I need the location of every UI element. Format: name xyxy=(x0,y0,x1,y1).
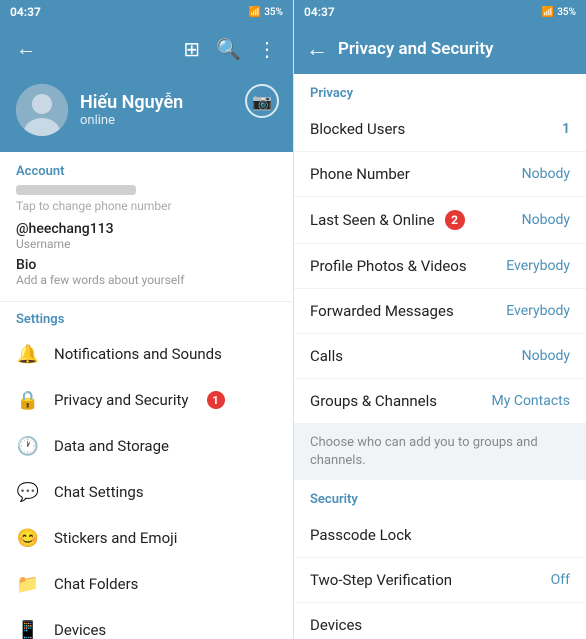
passcode-item[interactable]: Passcode Lock xyxy=(294,513,586,558)
emoji-icon: 😊 xyxy=(16,526,40,550)
last-seen-value: Nobody xyxy=(522,212,570,228)
lock-icon: 🔒 xyxy=(16,388,40,412)
groups-value: My Contacts xyxy=(492,393,570,409)
twostep-value: Off xyxy=(551,572,570,588)
back-button-main[interactable]: ← xyxy=(12,36,40,63)
clock-icon: 🕐 xyxy=(16,434,40,458)
phone-blur xyxy=(16,185,136,195)
avatar[interactable] xyxy=(16,84,68,136)
top-bar-right: ← Privacy and Security xyxy=(294,24,586,74)
search-icon[interactable]: 🔍 xyxy=(212,35,245,64)
right-panel: 04:37 📶 35% ← Privacy and Security Priva… xyxy=(293,0,586,639)
username-value[interactable]: @heechang113 xyxy=(16,221,277,237)
blocked-users-value: 1 xyxy=(562,121,570,137)
more-icon[interactable]: ⋮ xyxy=(253,35,281,64)
menu-item-devices[interactable]: 📱 Devices xyxy=(0,607,293,639)
twostep-item[interactable]: Two-Step Verification Off xyxy=(294,558,586,603)
last-seen-label: Last Seen & Online xyxy=(310,211,435,229)
battery-right: 35% xyxy=(557,7,576,18)
profile-photos-item[interactable]: Profile Photos & Videos Everybody xyxy=(294,244,586,289)
right-content: Privacy Blocked Users 1 Phone Number Nob… xyxy=(294,74,586,639)
devices-item[interactable]: Devices xyxy=(294,603,586,639)
data-label: Data and Storage xyxy=(54,437,169,455)
time-right: 04:37 xyxy=(304,5,335,19)
last-seen-left: Last Seen & Online 2 xyxy=(310,210,465,230)
profile-row: Hiếu Nguyễn online xyxy=(16,84,277,136)
signal-icon-left: 📶 xyxy=(249,7,261,18)
chat-icon: 💬 xyxy=(16,480,40,504)
forwarded-messages-label: Forwarded Messages xyxy=(310,302,454,320)
privacy-badge: 1 xyxy=(207,391,225,409)
blocked-users-item[interactable]: Blocked Users 1 xyxy=(294,107,586,152)
groups-item[interactable]: Groups & Channels My Contacts xyxy=(294,379,586,424)
account-section: Account Tap to change phone number @heec… xyxy=(0,152,293,302)
forwarded-messages-value: Everybody xyxy=(506,303,570,319)
account-label: Account xyxy=(16,164,277,179)
phone-number-value: Nobody xyxy=(522,166,570,182)
bio-label: Bio xyxy=(16,257,277,273)
blocked-users-label: Blocked Users xyxy=(310,120,405,138)
stickers-label: Stickers and Emoji xyxy=(54,529,177,547)
profile-photos-value: Everybody xyxy=(506,258,570,274)
menu-item-chat[interactable]: 💬 Chat Settings xyxy=(0,469,293,515)
status-icons-right: 📶 35% xyxy=(542,7,576,18)
groups-label: Groups & Channels xyxy=(310,392,437,410)
qr-icon[interactable]: ⊞ xyxy=(179,35,204,64)
menu-item-stickers[interactable]: 😊 Stickers and Emoji xyxy=(0,515,293,561)
signal-icon-right: 📶 xyxy=(542,7,554,18)
phone-number-item[interactable]: Phone Number Nobody xyxy=(294,152,586,197)
devices-item-label: Devices xyxy=(310,616,362,634)
chat-label: Chat Settings xyxy=(54,483,144,501)
notifications-label: Notifications and Sounds xyxy=(54,345,222,363)
twostep-label: Two-Step Verification xyxy=(310,571,452,589)
settings-section: Settings 🔔 Notifications and Sounds 🔒 Pr… xyxy=(0,302,293,639)
menu-item-privacy[interactable]: 🔒 Privacy and Security 1 xyxy=(0,377,293,423)
menu-item-data[interactable]: 🕐 Data and Storage xyxy=(0,423,293,469)
groups-hint: Choose who can add you to groups and cha… xyxy=(294,424,586,480)
tap-hint: Tap to change phone number xyxy=(16,199,277,213)
forwarded-messages-item[interactable]: Forwarded Messages Everybody xyxy=(294,289,586,334)
last-seen-badge: 2 xyxy=(445,210,465,230)
folders-label: Chat Folders xyxy=(54,575,138,593)
battery-left: 35% xyxy=(264,7,283,18)
left-panel: 04:37 📶 35% ← ⊞ 🔍 ⋮ Hiếu Nguyễn xyxy=(0,0,293,639)
folder-icon: 📁 xyxy=(16,572,40,596)
last-seen-item[interactable]: Last Seen & Online 2 Nobody xyxy=(294,197,586,244)
calls-label: Calls xyxy=(310,347,343,365)
passcode-label: Passcode Lock xyxy=(310,526,412,544)
status-bar-left: 04:37 📶 35% xyxy=(0,0,293,24)
profile-section: Hiếu Nguyễn online 📷 xyxy=(0,74,293,152)
calls-item[interactable]: Calls Nobody xyxy=(294,334,586,379)
settings-label: Settings xyxy=(0,312,293,327)
security-group-label: Security xyxy=(294,480,586,513)
time-left: 04:37 xyxy=(10,5,41,19)
privacy-group-label: Privacy xyxy=(294,74,586,107)
groups-hint-text: Choose who can add you to groups and cha… xyxy=(310,435,538,468)
calls-value: Nobody xyxy=(522,348,570,364)
back-button-privacy[interactable]: ← xyxy=(306,36,328,62)
profile-photos-label: Profile Photos & Videos xyxy=(310,257,467,275)
username-label: Username xyxy=(16,237,277,251)
bell-icon: 🔔 xyxy=(16,342,40,366)
status-icons-left: 📶 35% xyxy=(249,7,283,18)
top-bar-icons: ⊞ 🔍 ⋮ xyxy=(179,35,281,64)
privacy-label: Privacy and Security xyxy=(54,391,189,409)
status-bar-right: 04:37 📶 35% xyxy=(294,0,586,24)
top-bar-left: ← ⊞ 🔍 ⋮ xyxy=(0,24,293,74)
devices-label: Devices xyxy=(54,621,106,639)
camera-button[interactable]: 📷 xyxy=(245,84,279,118)
profile-status: online xyxy=(80,113,277,128)
devices-icon: 📱 xyxy=(16,618,40,639)
page-title: Privacy and Security xyxy=(338,39,574,59)
phone-number-label: Phone Number xyxy=(310,165,410,183)
menu-item-folders[interactable]: 📁 Chat Folders xyxy=(0,561,293,607)
bio-hint: Add a few words about yourself xyxy=(16,273,277,287)
menu-item-notifications[interactable]: 🔔 Notifications and Sounds xyxy=(0,331,293,377)
